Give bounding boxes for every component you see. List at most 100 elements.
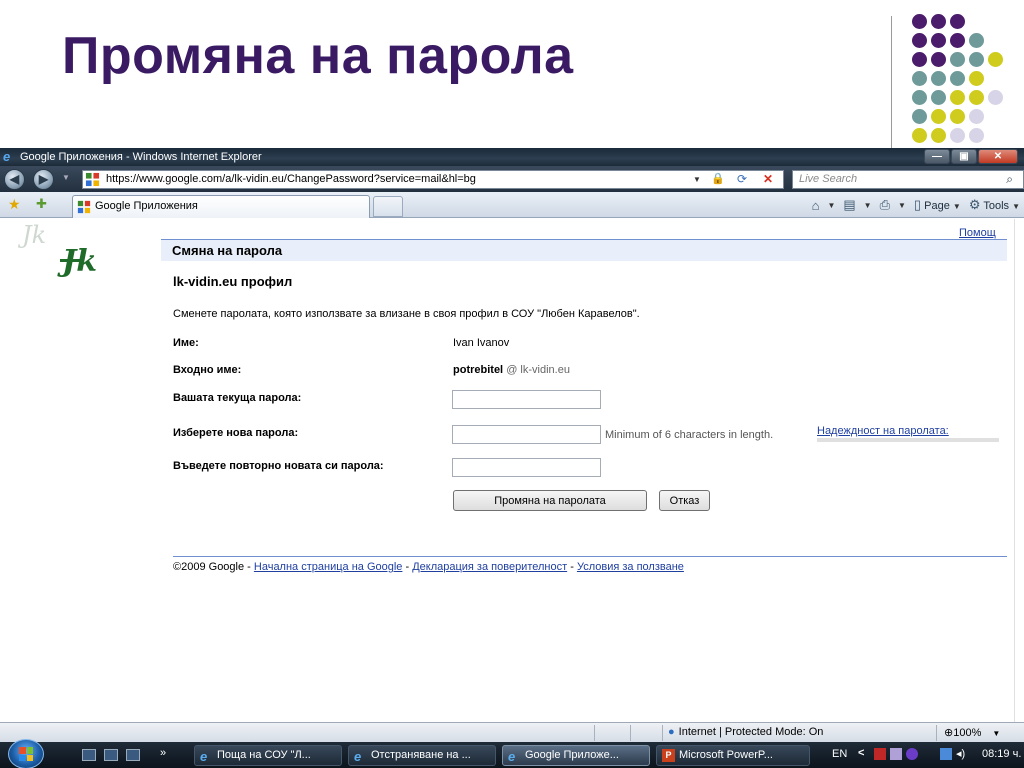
search-placeholder: Live Search bbox=[799, 173, 858, 185]
search-icon[interactable]: ⌕ bbox=[1006, 171, 1013, 188]
security-zone-label: Internet | Protected Mode: On bbox=[678, 726, 824, 738]
taskbar-item-google-apps[interactable]: e Google Приложе... bbox=[502, 745, 650, 766]
security-zone[interactable]: ● Internet | Protected Mode: On bbox=[668, 726, 823, 738]
address-url: https://www.google.com/a/lk-vidin.eu/Cha… bbox=[106, 173, 476, 185]
help-link[interactable]: Помощ bbox=[959, 227, 996, 239]
history-dropdown-icon[interactable]: ▼ bbox=[62, 173, 70, 182]
maximize-button[interactable]: ▣ bbox=[951, 149, 977, 164]
new-tab-button[interactable] bbox=[373, 196, 403, 217]
refresh-icon[interactable]: ⟳ bbox=[737, 171, 753, 188]
quicklaunch-icon[interactable] bbox=[126, 749, 140, 761]
address-dropdown-icon[interactable]: ▼ bbox=[693, 171, 701, 188]
change-password-button[interactable]: Промяна на паролата bbox=[453, 490, 647, 511]
username-value: potrebitel @ lk-vidin.eu bbox=[453, 364, 570, 376]
page-dropdown-icon: ▼ bbox=[952, 202, 961, 211]
current-password-field[interactable] bbox=[452, 390, 601, 409]
feeds-icon[interactable]: ▤ bbox=[843, 197, 855, 213]
decorative-dot bbox=[969, 90, 984, 105]
slide-title: Промяна на парола bbox=[62, 27, 574, 85]
decorative-dot bbox=[931, 52, 946, 67]
privacy-link[interactable]: Декларация за поверителност bbox=[412, 561, 567, 573]
ie-logo-icon: e bbox=[508, 749, 516, 764]
bluetooth-tray-icon[interactable] bbox=[906, 748, 918, 760]
new-password-field[interactable] bbox=[452, 425, 601, 444]
decorative-dot bbox=[912, 33, 927, 48]
tools-dropdown-icon: ▼ bbox=[1012, 202, 1020, 211]
search-input[interactable]: Live Search ⌕ bbox=[792, 170, 1024, 189]
zoom-value: 100% bbox=[953, 727, 982, 739]
quicklaunch-overflow-icon[interactable]: » bbox=[160, 747, 166, 759]
feeds-dropdown-icon[interactable]: ▼ bbox=[864, 201, 872, 210]
decorative-dot-grid bbox=[912, 14, 1022, 150]
decorative-dot bbox=[950, 33, 965, 48]
stop-icon[interactable]: ✕ bbox=[763, 171, 779, 188]
taskbar-item-label: Поща на СОУ "Л... bbox=[217, 749, 311, 761]
presentation-slide: Промяна на парола e Google Приложения - … bbox=[0, 0, 1024, 768]
google-apps-favicon-icon bbox=[85, 172, 100, 187]
taskbar-item-troubleshoot[interactable]: e Отстраняване на ... bbox=[348, 745, 496, 766]
google-home-link[interactable]: Начална страница на Google bbox=[254, 561, 403, 573]
antivirus-tray-icon[interactable] bbox=[874, 748, 886, 760]
vertical-scrollbar[interactable] bbox=[1014, 219, 1024, 722]
google-apps-favicon-icon bbox=[77, 200, 91, 214]
username: potrebitel bbox=[453, 364, 504, 376]
address-input[interactable]: https://www.google.com/a/lk-vidin.eu/Cha… bbox=[82, 170, 784, 189]
zoom-level[interactable]: ⊕100% ▼ bbox=[944, 726, 1000, 739]
home-dropdown-icon[interactable]: ▼ bbox=[827, 201, 835, 210]
decorative-dot bbox=[931, 90, 946, 105]
decorative-dot bbox=[950, 109, 965, 124]
window-controls: — ▣ ✕ bbox=[924, 149, 1018, 165]
cancel-button[interactable]: Отказ bbox=[659, 490, 710, 511]
messenger-tray-icon[interactable] bbox=[890, 748, 902, 760]
profile-title: lk-vidin.eu профил bbox=[173, 274, 293, 289]
window-title: Google Приложения - Windows Internet Exp… bbox=[20, 151, 262, 163]
windows-logo-icon bbox=[19, 747, 33, 761]
powerpoint-icon: P bbox=[662, 749, 675, 762]
volume-icon[interactable]: ◂) bbox=[956, 747, 965, 760]
back-icon[interactable]: ◀ bbox=[4, 169, 25, 190]
close-button[interactable]: ✕ bbox=[978, 149, 1018, 164]
decorative-dot bbox=[931, 33, 946, 48]
zoom-dropdown-icon: ▼ bbox=[992, 729, 1001, 738]
tools-menu[interactable]: ⚙ Tools ▼ bbox=[969, 197, 1020, 213]
minimize-button[interactable]: — bbox=[924, 149, 950, 164]
tools-menu-label: Tools bbox=[983, 200, 1010, 212]
decorative-dot bbox=[969, 71, 984, 86]
terms-link[interactable]: Условия за ползване bbox=[577, 561, 684, 573]
password-strength-link[interactable]: Надеждност на паролата: bbox=[817, 425, 949, 437]
add-favorites-icon[interactable]: ✚ bbox=[36, 197, 47, 211]
decorative-dot bbox=[950, 128, 965, 143]
home-icon[interactable]: ⌂ bbox=[812, 198, 820, 213]
network-tray-icon[interactable] bbox=[940, 748, 952, 760]
page-menu[interactable]: ▯ Page ▼ bbox=[914, 197, 961, 213]
print-dropdown-icon[interactable]: ▼ bbox=[898, 201, 906, 210]
tray-expand-icon[interactable]: < bbox=[858, 747, 864, 759]
forward-icon[interactable]: ▶ bbox=[33, 169, 54, 190]
taskbar-item-mail[interactable]: e Поща на СОУ "Л... bbox=[194, 745, 342, 766]
confirm-password-field[interactable] bbox=[452, 458, 601, 477]
decorative-dot bbox=[969, 33, 984, 48]
switch-windows-icon[interactable] bbox=[104, 749, 118, 761]
decorative-dot bbox=[912, 14, 927, 29]
decorative-dot bbox=[969, 128, 984, 143]
show-desktop-icon[interactable] bbox=[82, 749, 96, 761]
language-indicator[interactable]: EN bbox=[832, 748, 847, 760]
ie-logo-icon: e bbox=[200, 749, 208, 764]
decorative-dot bbox=[931, 14, 946, 29]
status-separator bbox=[662, 725, 663, 741]
decorative-dot bbox=[950, 14, 965, 29]
clock[interactable]: 08:19 ч. bbox=[982, 748, 1021, 760]
lock-icon[interactable]: 🔒 bbox=[711, 172, 725, 186]
tab-google-apps[interactable]: Google Приложения bbox=[72, 195, 370, 218]
decorative-dot bbox=[950, 90, 965, 105]
start-button[interactable] bbox=[8, 739, 44, 768]
window-titlebar[interactable]: e Google Приложения - Windows Internet E… bbox=[0, 148, 1024, 166]
favorites-star-icon[interactable]: ★ bbox=[8, 197, 21, 211]
system-tray: EN < ◂) 08:19 ч. bbox=[828, 742, 1024, 768]
taskbar-item-powerpoint[interactable]: P Microsoft PowerP... bbox=[656, 745, 810, 766]
username-domain: @ lk-vidin.eu bbox=[506, 364, 570, 376]
print-icon[interactable]: ⎙ bbox=[880, 197, 890, 213]
windows-taskbar: » e Поща на СОУ "Л... e Отстраняване на ..… bbox=[0, 739, 1024, 768]
taskbar-item-label: Google Приложе... bbox=[525, 749, 619, 761]
decorative-dot bbox=[912, 128, 927, 143]
